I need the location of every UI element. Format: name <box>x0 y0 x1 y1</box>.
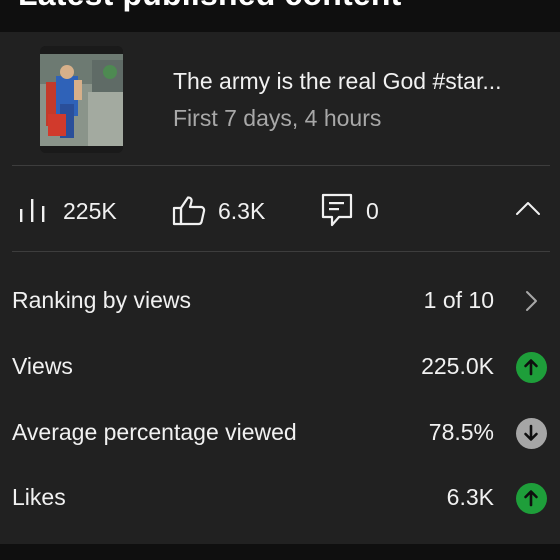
metric-label: Likes <box>12 484 66 510</box>
stats-row: 225K 6.3K 0 <box>0 167 560 251</box>
comments-count: 0 <box>366 198 379 224</box>
video-title[interactable]: The army is the real God #star... <box>173 68 545 95</box>
metric-value: 78.5% <box>428 419 494 445</box>
metric-value: 6.3K <box>446 484 494 510</box>
metric-value: 1 of 10 <box>423 287 494 313</box>
latest-content-card: The army is the real God #star... First … <box>0 32 560 544</box>
metric-value: 225.0K <box>421 353 494 379</box>
metric-row-average-percentage: Average percentage viewed 78.5% <box>0 403 560 463</box>
views-count: 225K <box>63 198 117 224</box>
bottom-strip <box>0 544 560 560</box>
section-title: Latest published content <box>18 0 402 13</box>
thumbs-up-icon <box>172 195 206 231</box>
video-row[interactable]: The army is the real God #star... First … <box>0 32 560 166</box>
trend-up-icon <box>515 351 547 383</box>
chevron-up-icon <box>515 200 541 221</box>
trend-up-icon <box>515 482 547 514</box>
section-header: Latest published content <box>0 0 560 32</box>
metric-label: Ranking by views <box>12 287 191 313</box>
metric-label: Views <box>12 353 73 379</box>
divider <box>12 165 550 166</box>
divider <box>12 251 550 252</box>
analytics-page: Latest published content <box>0 0 560 560</box>
metric-label: Average percentage viewed <box>12 419 297 445</box>
video-subtitle: First 7 days, 4 hours <box>173 105 382 131</box>
chevron-right-icon[interactable] <box>515 285 547 317</box>
thumbnail-image <box>40 46 123 153</box>
comment-icon <box>321 193 353 232</box>
collapse-button[interactable] <box>510 195 546 225</box>
trend-down-icon <box>515 417 547 449</box>
metric-row-likes: Likes 6.3K <box>0 468 560 528</box>
likes-count: 6.3K <box>218 198 266 224</box>
metric-row-views: Views 225.0K <box>0 337 560 397</box>
metric-row-ranking[interactable]: Ranking by views 1 of 10 <box>0 271 560 331</box>
video-thumbnail[interactable] <box>40 46 123 153</box>
bar-chart-icon <box>18 197 48 228</box>
